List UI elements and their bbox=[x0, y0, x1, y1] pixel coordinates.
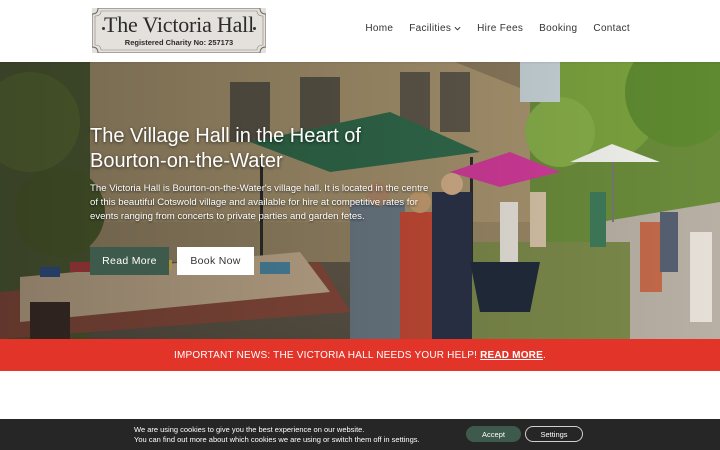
hero-section: The Village Hall in the Heart of Bourton… bbox=[0, 62, 720, 339]
read-more-button[interactable]: Read More bbox=[90, 247, 169, 275]
nav-item-hire-fees[interactable]: Hire Fees bbox=[461, 23, 523, 34]
cookie-consent-bar: We are using cookies to give you the bes… bbox=[0, 419, 720, 450]
nav-item-label: Contact bbox=[593, 23, 630, 34]
important-news-bar: IMPORTANT NEWS: THE VICTORIA HALL NEEDS … bbox=[0, 339, 720, 371]
cookie-message: We are using cookies to give you the bes… bbox=[134, 425, 420, 445]
cookie-settings-button[interactable]: Settings bbox=[525, 426, 583, 442]
nav-item-contact[interactable]: Contact bbox=[577, 23, 630, 34]
site-logo[interactable]: The Victoria Hall Registered Charity No:… bbox=[92, 8, 266, 53]
hero-title: The Village Hall in the Heart of Bourton… bbox=[90, 125, 361, 172]
logo-subtitle: Registered Charity No: 257173 bbox=[124, 38, 234, 47]
nav-item-booking[interactable]: Booking bbox=[523, 23, 577, 34]
nav-item-home[interactable]: Home bbox=[349, 23, 393, 34]
site-header: The Victoria Hall Registered Charity No:… bbox=[0, 0, 720, 62]
notice-text: IMPORTANT NEWS: THE VICTORIA HALL NEEDS … bbox=[174, 349, 478, 361]
nav-item-facilities[interactable]: Facilities bbox=[393, 23, 461, 34]
book-now-button[interactable]: Book Now bbox=[177, 247, 254, 275]
notice-period: . bbox=[542, 349, 546, 361]
cookie-line-1: We are using cookies to give you the bes… bbox=[134, 425, 365, 434]
nav-item-label: Home bbox=[365, 23, 394, 34]
main-nav: Home Facilities Hire Fees Booking Contac… bbox=[349, 23, 630, 34]
nav-item-label: Hire Fees bbox=[477, 23, 524, 34]
cookie-line-2: You can find out more about which cookie… bbox=[134, 435, 420, 444]
nav-item-label: Booking bbox=[539, 23, 578, 34]
notice-read-more-link[interactable]: READ MORE bbox=[480, 350, 543, 361]
chevron-down-icon bbox=[454, 26, 461, 31]
nav-item-label: Facilities bbox=[409, 23, 452, 34]
accept-cookies-button[interactable]: Accept bbox=[466, 426, 521, 442]
logo-title: The Victoria Hall bbox=[103, 12, 255, 37]
hero-description: The Victoria Hall is Bourton-on-the-Wate… bbox=[90, 183, 429, 222]
